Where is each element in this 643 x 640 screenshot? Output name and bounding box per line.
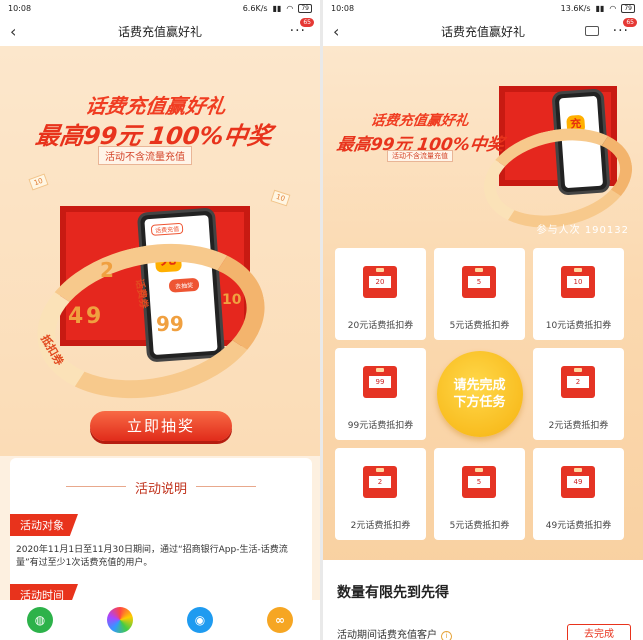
status-bar: 10:08 13.6K/s ▮▮ ◠ 79 [323, 0, 643, 16]
prize-cell: 99 99元话费抵扣券 [335, 348, 426, 440]
qq-icon[interactable]: ◉ [187, 607, 213, 633]
task-line: 请先完成 [453, 378, 506, 393]
task-heading: 数量有限先到先得 [337, 585, 449, 601]
status-bar: 10:08 6.6K/s ▮▮ ◠ 79 [0, 0, 320, 16]
battery-icon: 79 [621, 3, 635, 13]
go-complete-button[interactable]: 去完成 [567, 624, 631, 640]
notification-badge: 65 [623, 18, 637, 27]
prize-cell: 5 5元话费抵扣券 [434, 448, 525, 540]
task-section: 数量有限先到先得 活动期间话费充值客户 i 去完成 [323, 560, 643, 640]
prize-label: 5元话费抵扣券 [449, 321, 510, 331]
signal-icon: ▮▮ [595, 3, 605, 13]
signal-icon: ▮▮ [272, 3, 282, 13]
target-tag: 活动对象 [10, 514, 78, 536]
back-icon[interactable]: ‹ [333, 22, 339, 41]
start-task-button[interactable]: 请先完成 下方任务 [434, 348, 525, 440]
red-envelope-icon: 10 [561, 266, 595, 298]
prize-cell: 10 10元话费抵扣券 [533, 248, 624, 340]
page-title: 话费充值赢好礼 [117, 24, 202, 39]
red-envelope-icon: 20 [363, 266, 397, 298]
prize-label: 99元话费抵扣券 [347, 421, 414, 431]
task-row-label: 活动期间话费充值客户 [337, 630, 437, 640]
hero-banner: 话费充值赢好礼 最高99元 100%中奖 活动不含流量充值 话费充值 充 去抽奖… [0, 46, 320, 456]
prize-cell: 2 2元话费抵扣券 [335, 448, 426, 540]
right-screen: 10:08 13.6K/s ▮▮ ◠ 79 ‹ 话费充值赢好礼 ··· 65 充… [323, 0, 643, 640]
rules-card: 活动说明 活动对象 2020年11月1日至11月30日期间，通过“招商银行App… [10, 458, 312, 608]
prize-label: 2元话费抵扣券 [350, 521, 411, 531]
wifi-icon: ◠ [609, 3, 617, 13]
nav-bar: ‹ 话费充值赢好礼 ··· 65 [0, 16, 320, 46]
task-line: 下方任务 [453, 395, 506, 410]
nav-bar: ‹ 话费充值赢好礼 ··· 65 [323, 16, 643, 46]
hero-headline: 话费充值赢好礼 [84, 94, 228, 118]
prize-label: 10元话费抵扣券 [545, 321, 612, 331]
red-envelope-icon: 2 [363, 466, 397, 498]
ribbon-number: 99 [156, 312, 184, 336]
hero-note: 活动不含流量充值 [387, 150, 453, 162]
page-title: 话费充值赢好礼 [440, 24, 525, 39]
prize-label: 20元话费抵扣券 [347, 321, 414, 331]
back-icon[interactable]: ‹ [10, 22, 16, 41]
notification-badge: 65 [300, 18, 314, 27]
floating-coupon: 10 [28, 173, 49, 191]
prize-label: 2元话费抵扣券 [548, 421, 609, 431]
draw-now-button[interactable]: 立即抽奖 [90, 411, 232, 441]
network-speed: 13.6K/s [560, 3, 591, 13]
wechat-icon[interactable]: ◍ [27, 607, 53, 633]
red-envelope-icon: 5 [462, 266, 496, 298]
red-envelope-icon: 99 [363, 366, 397, 398]
hero-banner: 充 话费充值赢好礼 最高99元 100%中奖 活动不含流量充值 [323, 46, 643, 640]
rules-title: 活动说明 [10, 478, 312, 497]
link-icon[interactable]: ∞ [267, 607, 293, 633]
red-envelope-icon: 2 [561, 366, 595, 398]
prize-cell: 49 49元话费抵扣券 [533, 448, 624, 540]
floating-coupon: 10 [270, 189, 291, 207]
red-envelope-icon: 5 [462, 466, 496, 498]
ticket-icon[interactable] [585, 26, 599, 36]
prize-cell: 20 20元话费抵扣券 [335, 248, 426, 340]
info-icon[interactable]: i [441, 631, 452, 640]
share-bar: ◍ ◉ ∞ [0, 600, 320, 640]
participants-count: 参与人次 190132 [536, 225, 629, 236]
ribbon-number: 4 [68, 304, 84, 329]
red-envelope-icon: 49 [561, 466, 595, 498]
hero-headline: 话费充值赢好礼 [369, 113, 470, 129]
ribbon-number: 2 [100, 258, 114, 282]
network-speed: 6.6K/s [242, 3, 268, 13]
battery-icon: 79 [298, 3, 312, 13]
prize-cell: 5 5元话费抵扣券 [434, 248, 525, 340]
ribbon-number: 10 [222, 292, 242, 308]
task-row: 活动期间话费充值客户 i [337, 626, 452, 640]
hero-note: 活动不含流量充值 [98, 146, 192, 165]
ribbon-number: 9 [86, 304, 102, 329]
app-header: 话费充值 [150, 222, 184, 236]
wifi-icon: ◠ [286, 3, 294, 13]
prize-label: 49元话费抵扣券 [545, 521, 612, 531]
status-time: 10:08 [8, 3, 32, 13]
prize-cell: 2 2元话费抵扣券 [533, 348, 624, 440]
left-screen: 10:08 6.6K/s ▮▮ ◠ 79 ‹ 话费充值赢好礼 ··· 65 话费… [0, 0, 320, 640]
target-text: 2020年11月1日至11月30日期间，通过“招商银行App-生活-话费流量”有… [16, 545, 288, 568]
prize-label: 5元话费抵扣券 [449, 521, 510, 531]
moments-icon[interactable] [107, 607, 133, 633]
status-time: 10:08 [331, 3, 355, 13]
